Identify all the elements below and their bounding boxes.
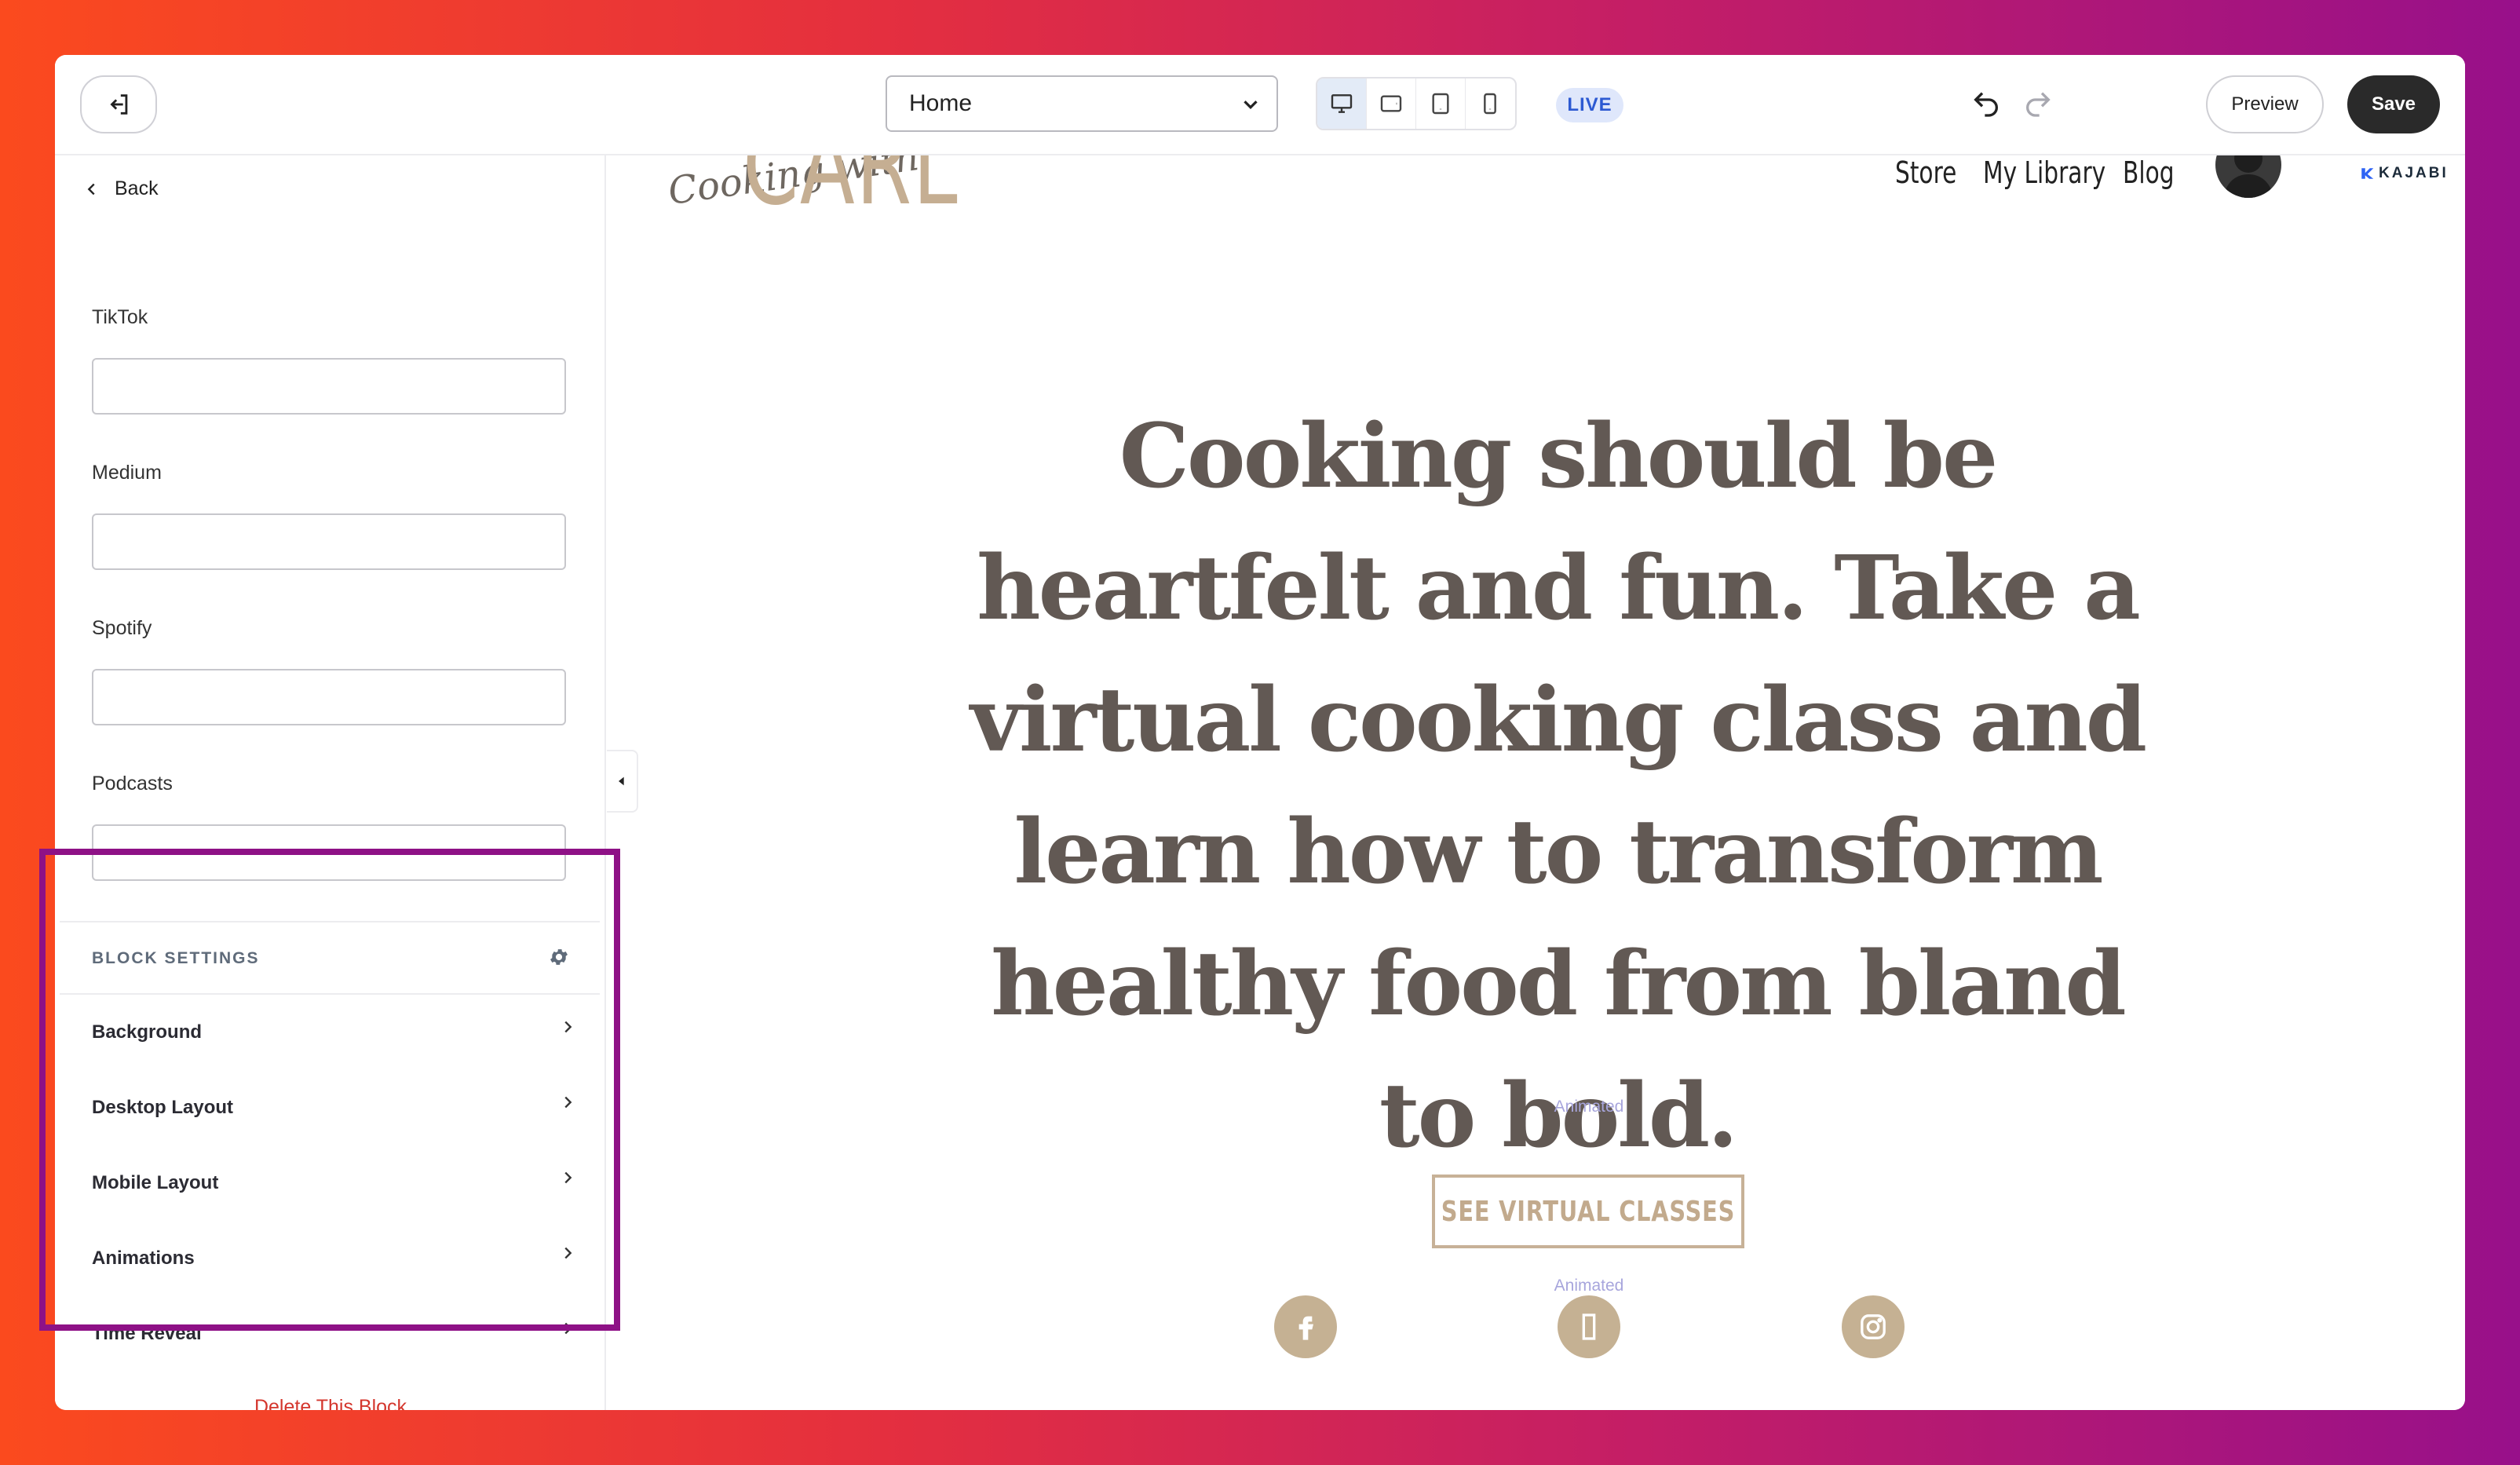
social-link[interactable]: [1558, 1295, 1620, 1358]
chevron-down-icon: [1244, 100, 1258, 110]
kajabi-mark-icon: [2361, 168, 2374, 179]
block-setting-label: Background: [92, 1021, 203, 1043]
tablet-landscape-icon: [1380, 95, 1402, 112]
chevron-right-icon: [564, 1021, 572, 1033]
tiktok-label: TikTok: [92, 306, 148, 328]
device-desktop-button[interactable]: [1317, 79, 1367, 129]
chevron-right-icon: [564, 1247, 572, 1259]
chevron-right-icon: [564, 1322, 572, 1335]
settings-sidebar: Back TikTok Medium Spotify Podcasts BLOC…: [55, 155, 606, 1410]
block-setting-label: Animations: [92, 1248, 195, 1269]
spotify-input[interactable]: [92, 669, 566, 725]
delete-block-link[interactable]: Delete This Block: [55, 1396, 606, 1410]
podcasts-input[interactable]: [92, 824, 566, 881]
top-bar: Home LIVE Preview Save: [55, 55, 2465, 155]
nav-my-library[interactable]: My Library: [1983, 155, 2105, 190]
logo-main-text: CARL: [743, 155, 959, 230]
animated-label: Animated: [1554, 1098, 1624, 1116]
block-setting-time-reveal[interactable]: Time Reveal: [60, 1296, 600, 1372]
medium-input[interactable]: [92, 513, 566, 570]
block-setting-label: Time Reveal: [92, 1323, 202, 1344]
tiktok-input[interactable]: [92, 358, 566, 415]
exit-button[interactable]: [80, 75, 157, 133]
block-setting-mobile-layout[interactable]: Mobile Layout: [60, 1145, 600, 1221]
exit-icon: [110, 94, 128, 115]
block-setting-animations[interactable]: Animations: [60, 1221, 600, 1296]
back-link[interactable]: Back: [83, 177, 159, 200]
save-button[interactable]: Save: [2347, 75, 2440, 133]
kajabi-text: KAJABI: [2379, 165, 2449, 181]
user-silhouette-icon: [2223, 155, 2273, 198]
facebook-icon: [1298, 1316, 1313, 1340]
unknown-icon: [1582, 1313, 1596, 1340]
nav-store[interactable]: Store: [1895, 155, 1956, 190]
device-toggle: [1316, 77, 1517, 130]
podcasts-label: Podcasts: [92, 773, 173, 795]
live-badge: LIVE: [1556, 88, 1623, 122]
hero-headline: Cooking should be heartfelt and fun. Tak…: [970, 405, 2147, 1167]
editor-window: Home LIVE Preview Save Back TikTok Mediu…: [55, 55, 2465, 1410]
device-tablet-landscape-button[interactable]: [1367, 79, 1416, 129]
mobile-icon: [1484, 93, 1497, 115]
block-setting-desktop-layout[interactable]: Desktop Layout: [60, 1070, 600, 1145]
site-preview: Cooking with CARL Store My Library Blog …: [608, 155, 2465, 1410]
chevron-right-icon: [564, 1096, 572, 1109]
block-settings-panel: BLOCK SETTINGS Background Desktop Layout…: [60, 921, 600, 1368]
chevron-right-icon: [564, 1171, 572, 1184]
desktop-icon: [1331, 94, 1353, 113]
gear-icon[interactable]: [548, 946, 570, 968]
undo-icon[interactable]: [1970, 88, 2002, 119]
instagram-icon: [1861, 1314, 1886, 1339]
redo-icon[interactable]: [2022, 88, 2054, 119]
back-label: Back: [115, 177, 159, 199]
kajabi-logo[interactable]: KAJABI: [2360, 165, 2449, 182]
device-tablet-portrait-button[interactable]: [1416, 79, 1466, 129]
avatar[interactable]: [2215, 155, 2281, 198]
spotify-label: Spotify: [92, 617, 152, 639]
page-select-value: Home: [909, 90, 973, 116]
chevron-left-icon: [87, 183, 95, 195]
tablet-portrait-icon: [1432, 93, 1449, 115]
medium-label: Medium: [92, 462, 162, 484]
block-setting-label: Mobile Layout: [92, 1172, 219, 1193]
collapse-sidebar-button[interactable]: [607, 750, 638, 813]
device-mobile-button[interactable]: [1466, 79, 1515, 129]
page-select[interactable]: Home: [886, 75, 1278, 132]
cta-label: SEE VIRTUAL CLASSES: [1441, 1195, 1736, 1228]
facebook-link[interactable]: [1274, 1295, 1337, 1358]
animated-label: Animated: [1554, 1277, 1624, 1295]
caret-left-icon: [619, 776, 624, 786]
preview-button[interactable]: Preview: [2206, 75, 2324, 133]
nav-blog[interactable]: Blog: [2123, 155, 2175, 190]
block-setting-label: Desktop Layout: [92, 1097, 234, 1118]
see-virtual-classes-button[interactable]: SEE VIRTUAL CLASSES: [1432, 1175, 1744, 1248]
block-settings-header: BLOCK SETTINGS: [60, 922, 600, 995]
instagram-link[interactable]: [1842, 1295, 1905, 1358]
block-setting-background[interactable]: Background: [60, 995, 600, 1070]
block-settings-title: BLOCK SETTINGS: [92, 949, 260, 967]
